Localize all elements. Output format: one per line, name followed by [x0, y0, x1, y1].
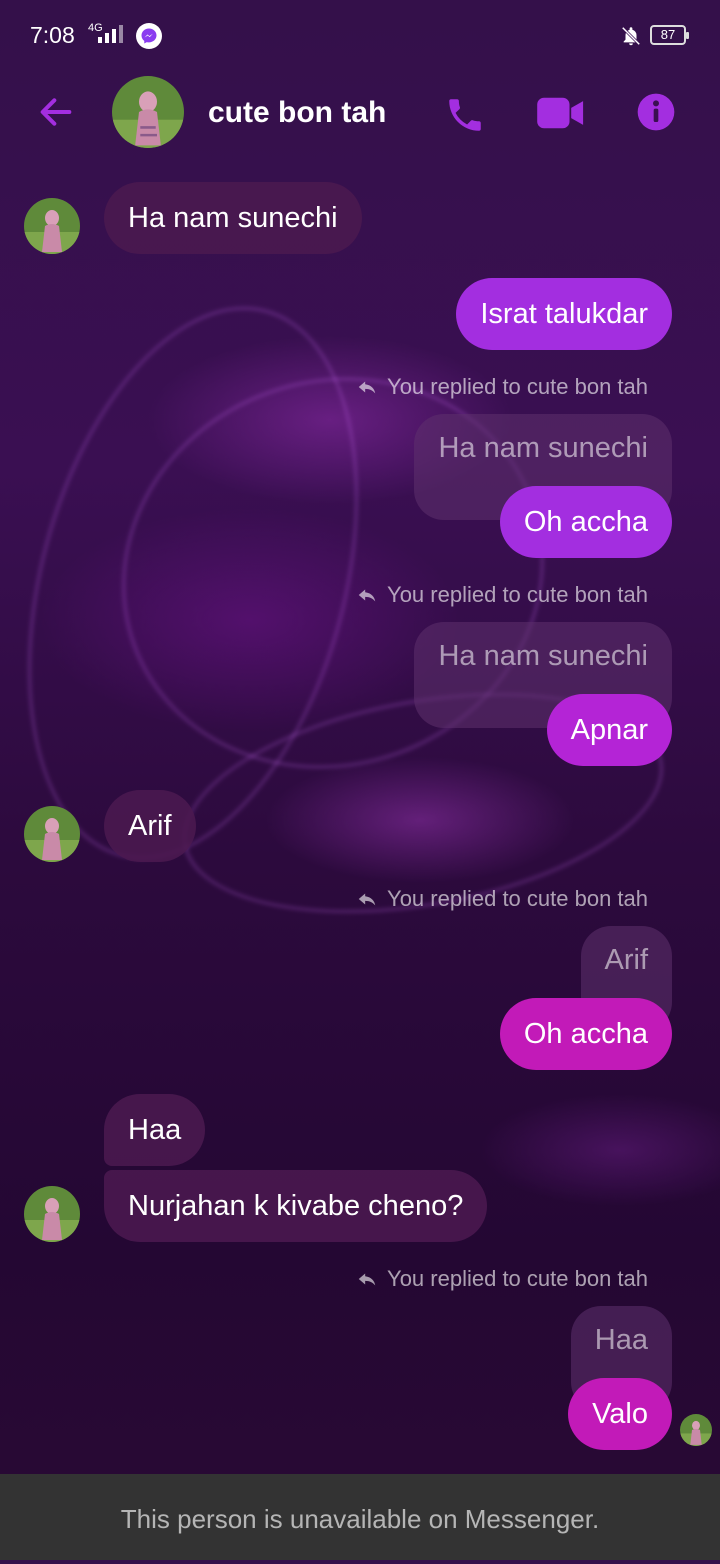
avatar[interactable] — [24, 806, 80, 862]
incoming-message[interactable]: Haa — [104, 1094, 206, 1166]
reply-note: You replied to cute bon tah — [355, 374, 648, 400]
battery-indicator: 87 — [650, 25, 689, 45]
reply-note-text: You replied to cute bon tah — [387, 374, 648, 399]
phone-call-icon[interactable] — [444, 94, 486, 141]
reply-note: You replied to cute bon tah — [355, 1266, 648, 1292]
status-time: 7:08 — [30, 22, 75, 48]
outgoing-message[interactable]: Apnar — [546, 694, 672, 766]
reply-note-text: You replied to cute bon tah — [387, 1266, 648, 1291]
reply-note-text: You replied to cute bon tah — [387, 582, 648, 607]
incoming-message[interactable]: Ha nam sunechi — [104, 182, 362, 254]
incoming-message[interactable]: Nurjahan k kivabe cheno? — [104, 1170, 488, 1242]
messenger-notification-icon — [136, 23, 162, 49]
outgoing-message[interactable]: Oh accha — [499, 486, 672, 558]
avatar[interactable] — [24, 1186, 80, 1242]
reply-icon — [358, 589, 376, 602]
unavailable-banner: This person is unavailable on Messenger. — [0, 1474, 720, 1560]
reply-note: You replied to cute bon tah — [355, 886, 648, 912]
info-icon[interactable] — [636, 92, 676, 137]
background-swirl — [0, 270, 415, 896]
incoming-message[interactable]: Arif — [104, 790, 196, 862]
outgoing-message[interactable]: Israt talukdar — [456, 278, 672, 350]
reply-icon — [358, 893, 376, 906]
reply-note-text: You replied to cute bon tah — [387, 886, 648, 911]
back-arrow-icon[interactable] — [36, 92, 76, 137]
video-call-icon[interactable] — [537, 96, 585, 135]
outgoing-message[interactable]: Oh accha — [499, 998, 672, 1070]
avatar[interactable] — [112, 76, 184, 148]
reply-note: You replied to cute bon tah — [355, 582, 648, 608]
chat-header: cute bon tah — [0, 70, 720, 160]
avatar[interactable] — [24, 198, 80, 254]
notifications-muted-icon — [620, 24, 642, 53]
status-bar: 7:08 4G 87 — [0, 0, 720, 70]
reply-icon — [358, 1273, 376, 1286]
signal-icon — [98, 25, 123, 43]
outgoing-message[interactable]: Valo — [568, 1378, 672, 1450]
contact-name[interactable]: cute bon tah — [208, 96, 386, 130]
seen-avatar — [680, 1414, 712, 1446]
reply-icon — [358, 381, 376, 394]
